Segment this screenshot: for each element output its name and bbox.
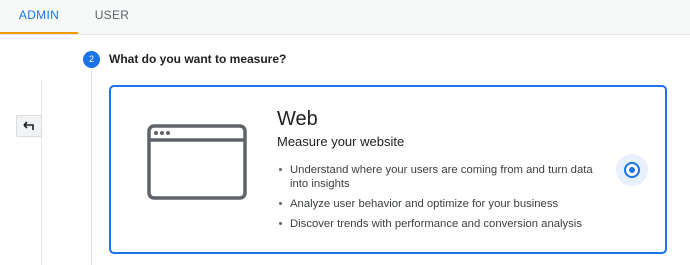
option-subtitle: Measure your website	[277, 134, 405, 149]
web-option-card[interactable]: Web Measure your website Understand wher…	[109, 85, 667, 254]
browser-window-icon	[147, 124, 247, 200]
step-title: What do you want to measure?	[109, 52, 287, 66]
step-number-badge: 2	[83, 51, 100, 68]
stepper-line	[91, 70, 92, 265]
back-arrow-icon	[23, 121, 34, 130]
feature-list: Understand where your users are coming f…	[277, 163, 607, 237]
rail-divider	[41, 80, 42, 265]
tab-user[interactable]: USER	[86, 0, 138, 34]
option-title: Web	[277, 108, 318, 130]
feature-item: Understand where your users are coming f…	[277, 163, 607, 191]
left-rail	[0, 35, 42, 265]
tab-admin[interactable]: ADMIN	[0, 0, 78, 34]
back-button[interactable]	[16, 115, 42, 137]
web-radio-button[interactable]	[624, 162, 640, 178]
feature-item: Analyze user behavior and optimize for y…	[277, 197, 607, 211]
radio-selected-dot	[629, 167, 635, 173]
radio-focus-halo	[616, 154, 648, 186]
feature-item: Discover trends with performance and con…	[277, 217, 607, 231]
tab-bar: ADMIN USER	[0, 0, 690, 35]
